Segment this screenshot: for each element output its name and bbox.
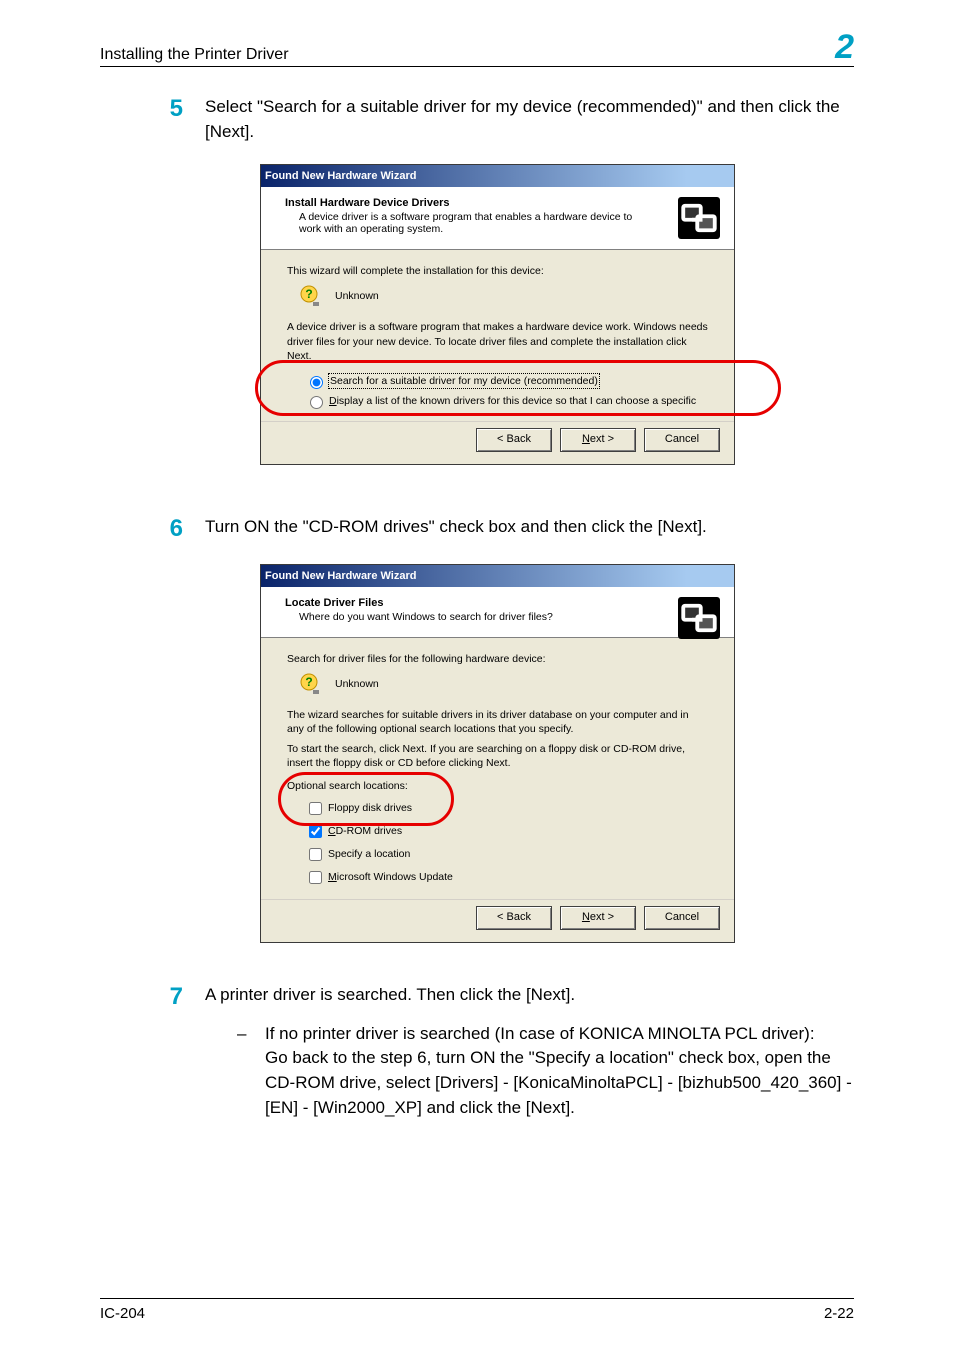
step-5-number: 5 <box>100 95 205 144</box>
dialog2-para1: The wizard searches for suitable drivers… <box>287 708 708 736</box>
dialog2-unknown: Unknown <box>335 677 379 691</box>
dialog2-para2: To start the search, click Next. If you … <box>287 742 708 770</box>
chapter-number: 2 <box>835 30 854 64</box>
step-6-text: Turn ON the "CD-ROM drives" check box an… <box>205 515 854 544</box>
radio-display-label: DDisplay a list of the known drivers for… <box>329 394 696 408</box>
back-button[interactable]: < Back <box>476 428 552 452</box>
radio-display-list[interactable]: DDisplay a list of the known drivers for… <box>305 393 708 409</box>
section-title: Installing the Printer Driver <box>100 46 289 64</box>
radio-search-label: Search for a suitable driver for my devi… <box>329 374 599 388</box>
radio-search-recommended[interactable]: Search for a suitable driver for my devi… <box>305 373 708 389</box>
hardware-icon-2 <box>678 597 720 639</box>
chk-windows-update[interactable]: Microsoft Windows Update <box>305 868 708 887</box>
footer-left: IC-204 <box>100 1305 145 1322</box>
dialog1-banner-sub: A device driver is a software program th… <box>299 211 649 235</box>
chk-specify[interactable]: Specify a location <box>305 845 708 864</box>
page-footer: IC-204 2-22 <box>100 1298 854 1322</box>
cancel-button-2[interactable]: Cancel <box>644 906 720 930</box>
step-7-text: A printer driver is searched. Then click… <box>205 983 854 1012</box>
chk-specify-input[interactable] <box>309 848 322 861</box>
svg-text:?: ? <box>305 287 312 301</box>
dialog2-line1: Search for driver files for the followin… <box>287 652 708 666</box>
hardware-icon <box>678 197 720 239</box>
step7-bullet-body: Go back to the step 6, turn ON the "Spec… <box>265 1048 852 1116</box>
chk-wu-label-u: M <box>328 870 337 884</box>
chk-wu-input[interactable] <box>309 871 322 884</box>
cancel-button[interactable]: Cancel <box>644 428 720 452</box>
back-button-2[interactable]: < Back <box>476 906 552 930</box>
dialog1-line1: This wizard will complete the installati… <box>287 264 708 278</box>
dialog2-banner-sub: Where do you want Windows to search for … <box>299 611 649 623</box>
svg-text:?: ? <box>305 675 312 689</box>
page-header: Installing the Printer Driver 2 <box>100 30 854 67</box>
dialog1-para: A device driver is a software program th… <box>287 320 708 363</box>
next-button-2[interactable]: Next > <box>560 906 636 930</box>
dialog1-unknown: Unknown <box>335 289 379 303</box>
chk-floppy[interactable]: Floppy disk drives <box>305 799 708 818</box>
dialog1-titlebar: Found New Hardware Wizard <box>261 165 734 187</box>
dialog2-titlebar: Found New Hardware Wizard <box>261 565 734 587</box>
chk-cdrom-input[interactable] <box>309 825 322 838</box>
step-5-text: Select "Search for a suitable driver for… <box>205 95 854 144</box>
next-button[interactable]: Next > <box>560 428 636 452</box>
step-7-number: 7 <box>100 983 205 1012</box>
step-6-number: 6 <box>100 515 205 544</box>
step7-bullet: – If no printer driver is searched (In c… <box>237 1022 854 1121</box>
dialog2-banner-title: Locate Driver Files <box>285 597 383 609</box>
step7-bullet-lead: If no printer driver is searched (In cas… <box>265 1024 815 1043</box>
dialog2-optlabel: Optional search locations: <box>287 779 708 793</box>
chk-cdrom[interactable]: CD-ROM drives <box>305 822 708 841</box>
radio-search-input[interactable] <box>310 376 323 389</box>
footer-right: 2-22 <box>824 1305 854 1322</box>
question-icon: ? <box>299 284 323 308</box>
dialog1-banner-title: Install Hardware Device Drivers <box>285 197 449 209</box>
chk-floppy-input[interactable] <box>309 802 322 815</box>
chk-cdrom-label: C <box>328 824 336 838</box>
chk-specify-label: Specify a location <box>328 847 410 861</box>
question-icon-2: ? <box>299 672 323 696</box>
radio-display-input[interactable] <box>310 396 323 409</box>
chk-floppy-label: Floppy disk drives <box>328 801 412 815</box>
dialog-install-drivers: Found New Hardware Wizard Install Hardwa… <box>260 164 735 465</box>
dialog-locate-files: Found New Hardware Wizard Locate Driver … <box>260 564 735 943</box>
